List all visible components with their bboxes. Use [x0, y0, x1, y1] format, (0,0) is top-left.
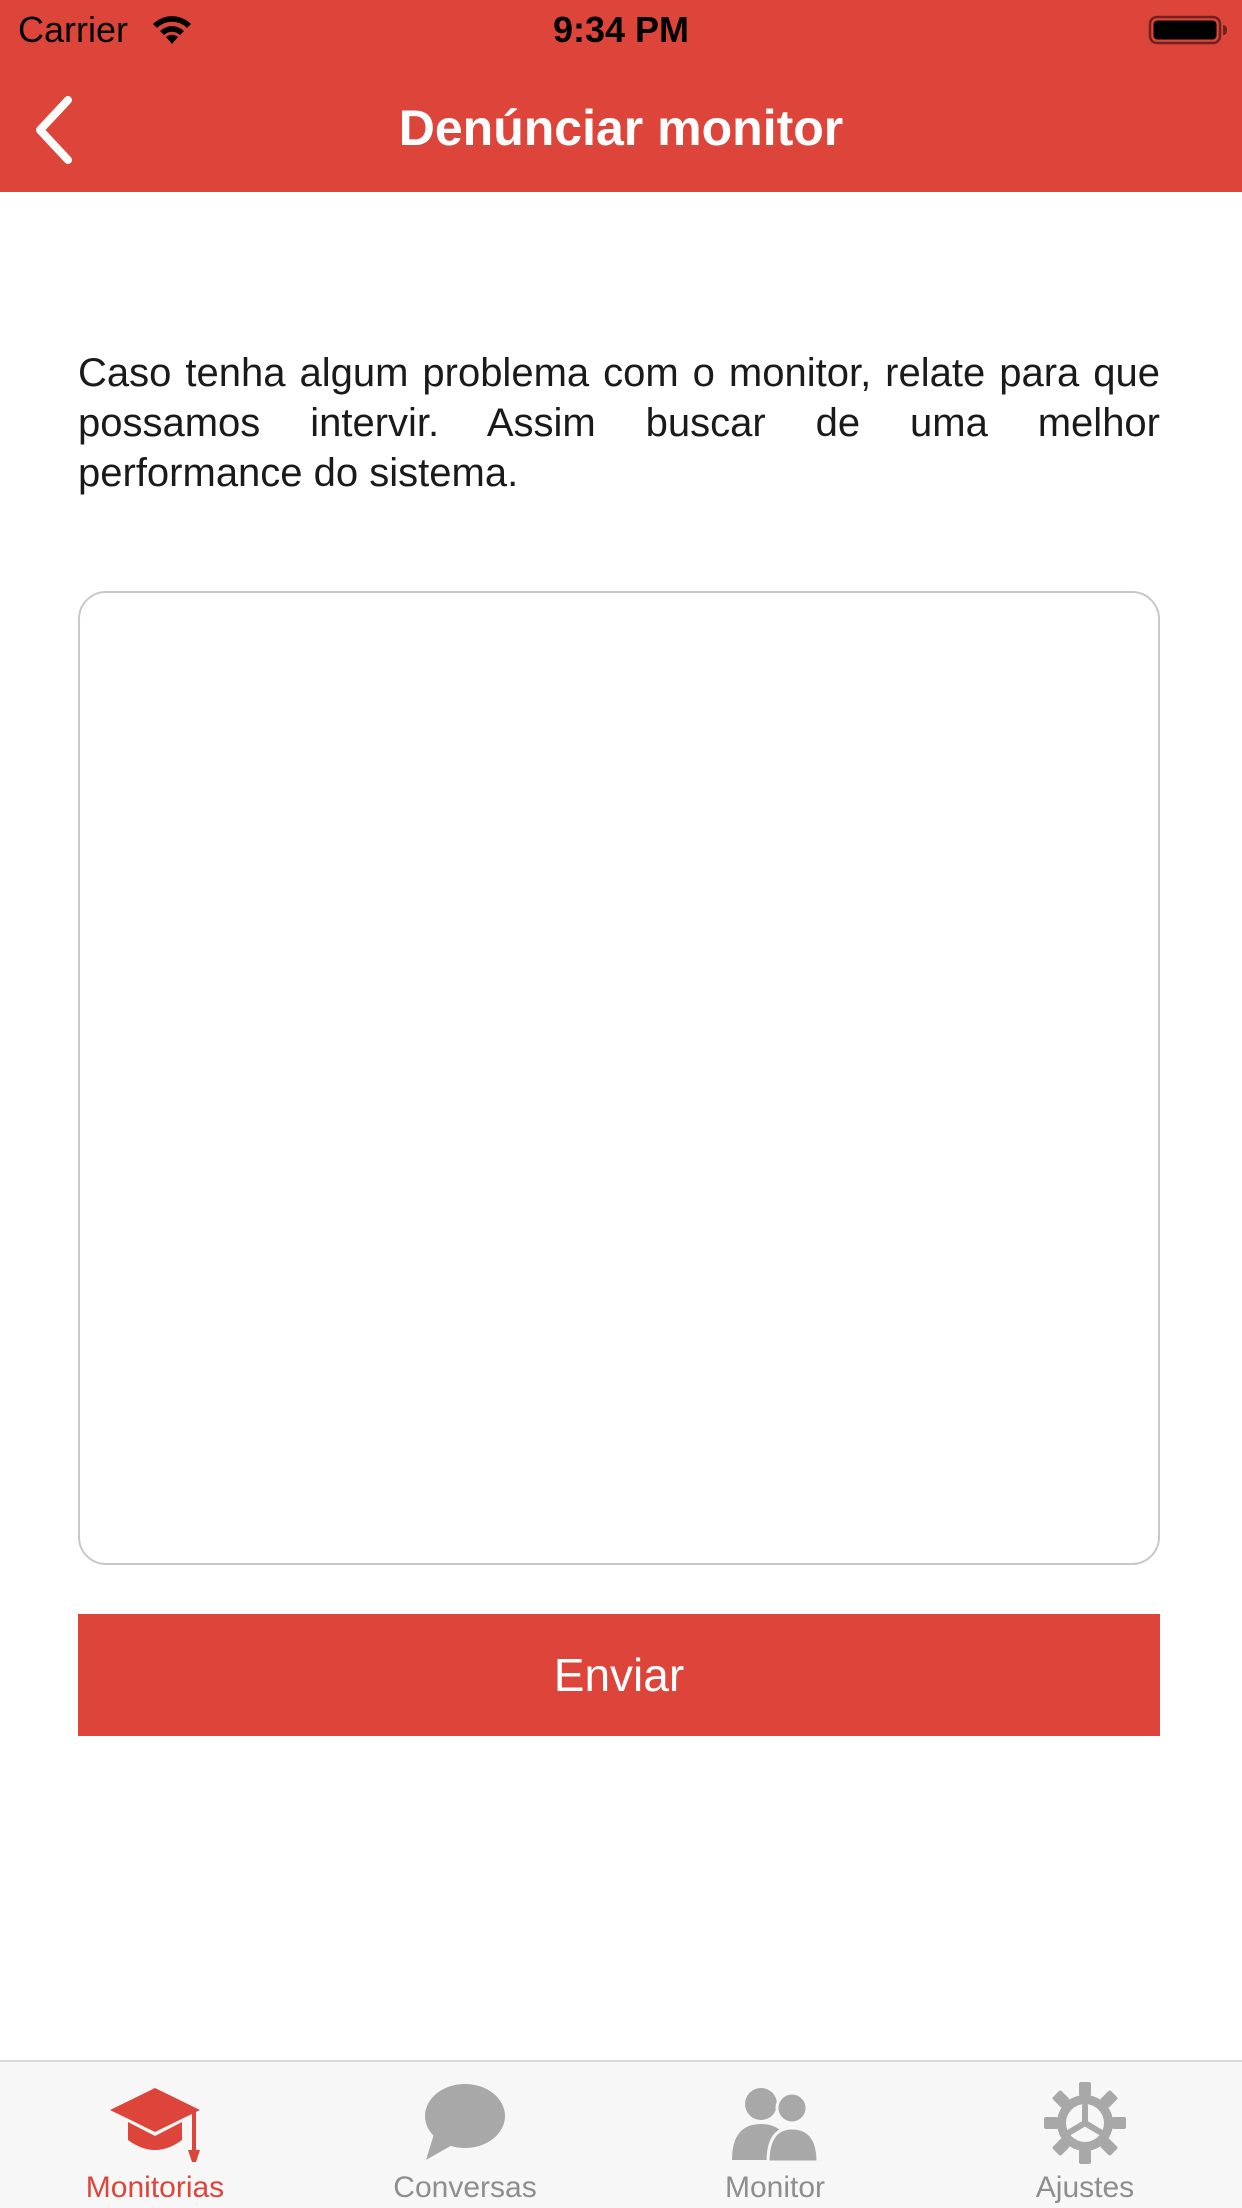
tab-conversas[interactable]: Conversas — [310, 2062, 620, 2208]
send-button[interactable]: Enviar — [78, 1614, 1160, 1736]
navigation-header: Carrier 9:34 PM Denúnciar monitor — [0, 0, 1242, 192]
tab-ajustes[interactable]: Ajustes — [930, 2062, 1240, 2208]
report-instructions: Caso tenha algum problema com o monitor,… — [78, 351, 1160, 495]
battery-icon — [1148, 15, 1227, 45]
tab-label: Ajustes — [1035, 2171, 1135, 2204]
gear-icon — [1044, 2082, 1126, 2164]
graduation-cap-icon — [110, 2088, 200, 2162]
tab-bar: Monitorias Conversas Monitor Ajustes — [0, 2060, 1242, 2208]
tab-label: Monitor — [724, 2171, 826, 2204]
tab-monitor[interactable]: Monitor — [620, 2062, 930, 2208]
tab-label: Monitorias — [85, 2171, 225, 2204]
chat-bubble-icon — [425, 2084, 505, 2160]
tab-monitorias[interactable]: Monitorias — [0, 2062, 310, 2208]
tab-label: Conversas — [393, 2171, 537, 2204]
status-bar: Carrier 9:34 PM — [0, 0, 1242, 60]
status-time: 9:34 PM — [552, 9, 690, 50]
users-icon — [732, 2088, 820, 2164]
report-textarea[interactable] — [78, 591, 1160, 1565]
page-title: Denúnciar monitor — [398, 100, 844, 156]
